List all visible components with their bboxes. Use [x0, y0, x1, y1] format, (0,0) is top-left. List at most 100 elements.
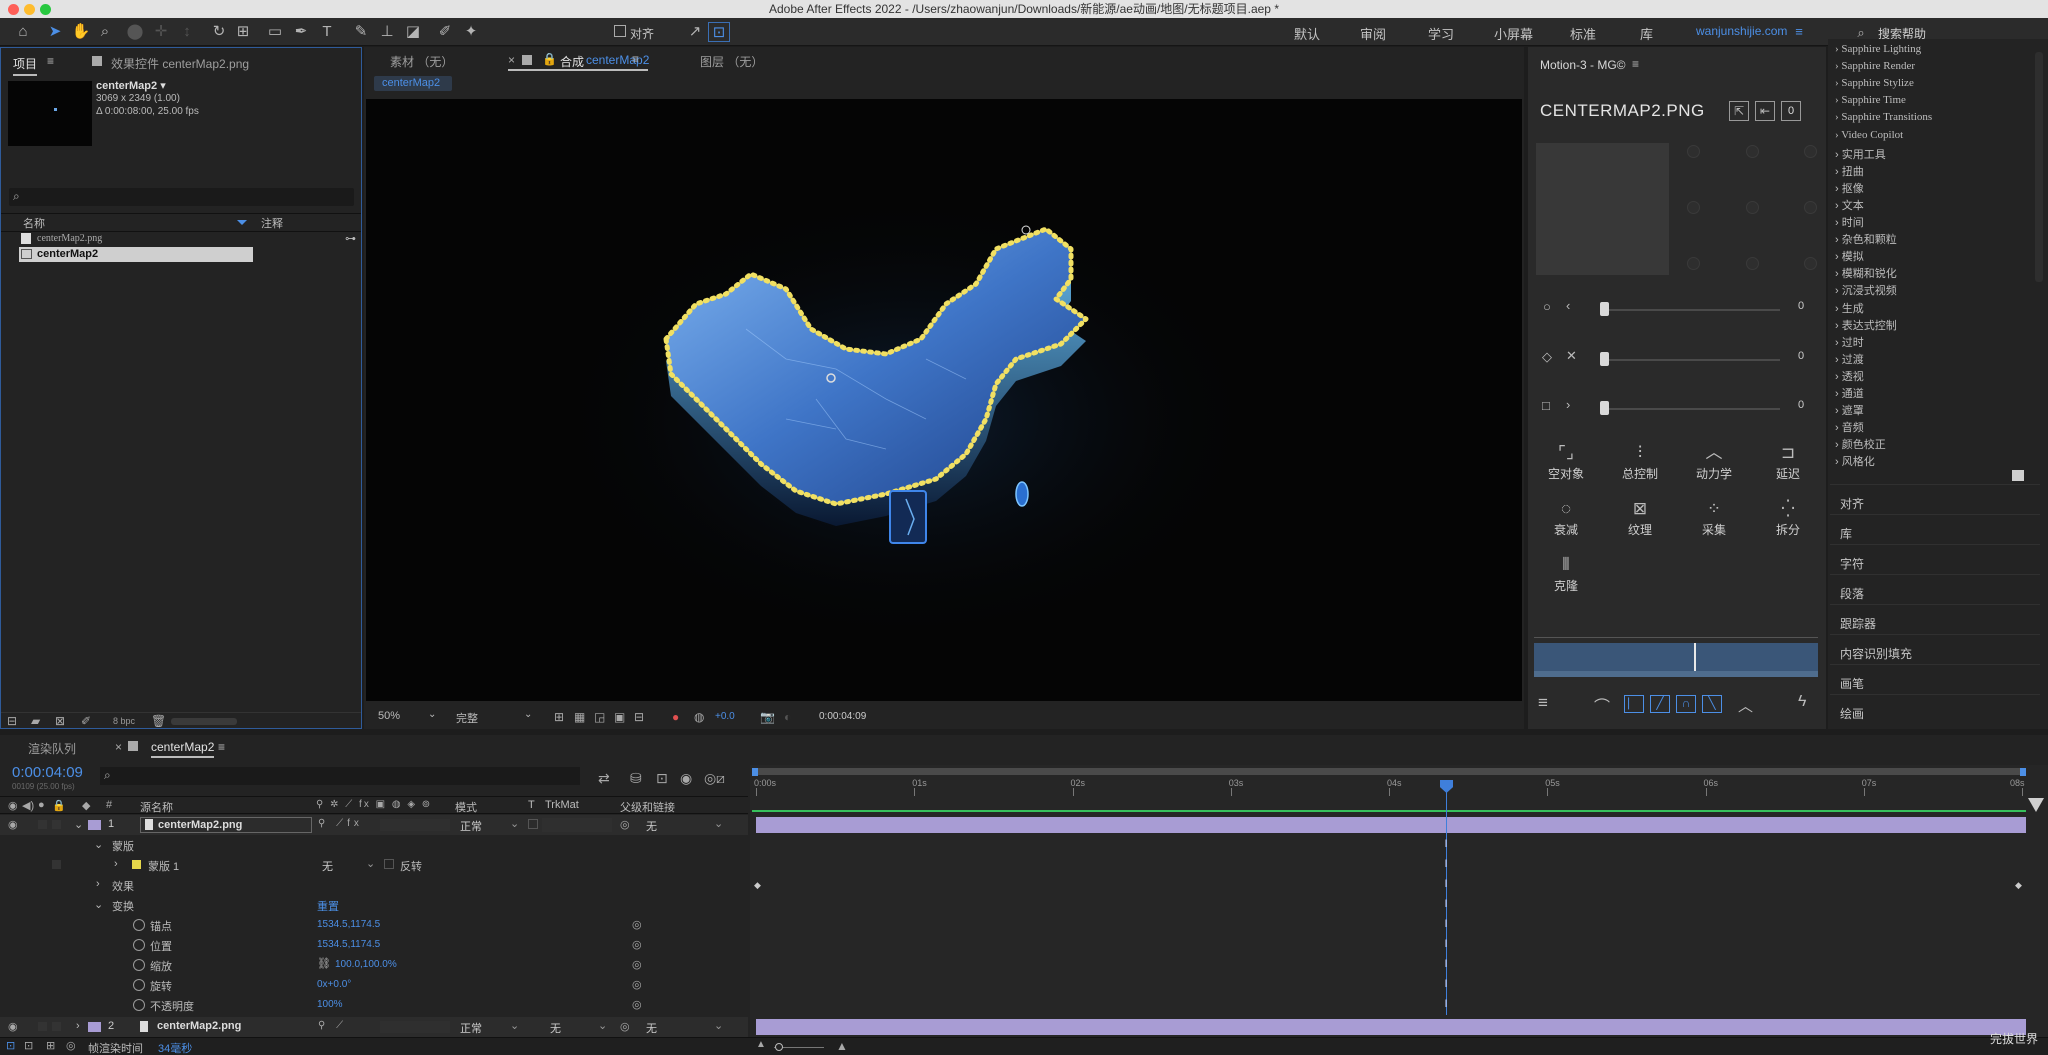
draft-3d-icon[interactable]: ⛁: [630, 770, 642, 787]
property-row[interactable]: ⛓ 缩放 100.0,100.0% ◎: [0, 955, 748, 975]
null-object-button[interactable]: ⌜⌟ 空对象: [1536, 441, 1596, 482]
home-icon[interactable]: ⌂: [12, 22, 34, 42]
layer-switch-boxes[interactable]: [380, 1021, 450, 1033]
mask-mode[interactable]: 无: [322, 858, 333, 874]
tab-timeline-comp[interactable]: centerMap2: [151, 740, 215, 758]
zoom-select[interactable]: 50%: [378, 710, 400, 722]
in-out-pane-icon[interactable]: ⊞: [46, 1039, 55, 1052]
panel-item[interactable]: 内容识别填充: [1840, 645, 1912, 662]
chevron-right-icon[interactable]: ›: [76, 1020, 80, 1032]
ease-out-icon[interactable]: ╱: [1650, 695, 1670, 713]
anchor-dot[interactable]: [1687, 257, 1700, 270]
effect-category-item[interactable]: › 风格化: [1835, 453, 1875, 469]
lock-toggle[interactable]: [52, 860, 61, 869]
frame-blending-icon[interactable]: ◉: [680, 770, 692, 787]
slider-thumb[interactable]: [1600, 401, 1609, 415]
reveal-icon[interactable]: ⇤: [1755, 101, 1775, 121]
work-area-bar[interactable]: [752, 768, 2026, 775]
chevron-down-icon[interactable]: ⌄: [74, 818, 83, 831]
pan-behind-tool-icon[interactable]: ⊞: [232, 22, 254, 42]
chevron-down-icon[interactable]: ⌄: [524, 709, 532, 720]
effects-scrollbar[interactable]: [2035, 52, 2043, 282]
adjust-settings-icon[interactable]: ✐: [81, 714, 91, 728]
item-name[interactable]: centerMap2 ▾: [96, 79, 166, 92]
timeline-search-input[interactable]: ⌕: [100, 767, 580, 785]
slider-track[interactable]: [1605, 408, 1780, 410]
cross-icon[interactable]: ✕: [1566, 348, 1577, 364]
counter-box[interactable]: 0: [1781, 101, 1801, 121]
effect-category-item[interactable]: › 透视: [1835, 368, 1864, 384]
layer-switch-boxes[interactable]: [380, 819, 450, 831]
effect-category-item[interactable]: › 颜色校正: [1835, 436, 1886, 452]
pick-whip-icon[interactable]: ◎: [620, 1020, 630, 1033]
workspace-review[interactable]: 审阅: [1360, 24, 1386, 43]
effect-category-item[interactable]: › 过时: [1835, 334, 1864, 350]
layer-mode[interactable]: 正常: [460, 1020, 482, 1036]
selection-tool-icon[interactable]: ➤: [44, 22, 66, 42]
effect-category-item[interactable]: › 模糊和锐化: [1835, 265, 1897, 281]
preserve-transparency-box[interactable]: [528, 819, 538, 829]
zoom-slider-thumb[interactable]: [775, 1043, 783, 1051]
panel-item[interactable]: 画笔: [1840, 675, 1864, 692]
slider-thumb[interactable]: [1600, 302, 1609, 316]
expression-pick-whip-icon[interactable]: ◎: [632, 978, 642, 991]
panel-item[interactable]: 库: [1840, 525, 1852, 542]
property-value[interactable]: 1534.5,1174.5: [317, 939, 380, 950]
zoom-tool-icon[interactable]: ⌕: [94, 22, 116, 42]
timeline-timecode[interactable]: 0:00:04:09: [12, 764, 83, 781]
ease-custom-icon[interactable]: ╲: [1702, 695, 1722, 713]
chevron-down-icon[interactable]: ⌄: [366, 857, 375, 870]
column-source-name[interactable]: 源名称: [140, 799, 173, 815]
effect-category-item[interactable]: › Sapphire Stylize: [1835, 77, 1914, 89]
text-tool-icon[interactable]: T: [316, 22, 338, 42]
tab-composition[interactable]: 合成 centerMap2 ≡: [508, 52, 649, 71]
trash-icon[interactable]: 🗑: [151, 714, 166, 728]
column-parent[interactable]: 父级和链接: [620, 799, 675, 815]
effect-category-item[interactable]: › 通道: [1835, 385, 1864, 401]
workspace-small-screen[interactable]: 小屏幕: [1494, 24, 1533, 43]
clone-stamp-tool-icon[interactable]: ⊥: [376, 22, 398, 42]
panel-menu-icon[interactable]: ≡: [218, 740, 225, 754]
flowchart-icon[interactable]: ⊶: [345, 232, 356, 245]
label-color-swatch[interactable]: [88, 1022, 101, 1032]
label-color-swatch[interactable]: [88, 820, 101, 830]
select-null-icon[interactable]: ⇱: [1729, 101, 1749, 121]
split-button[interactable]: ⁛ 拆分: [1758, 497, 1818, 538]
expression-pick-whip-icon[interactable]: ◎: [632, 998, 642, 1011]
solo-icon[interactable]: ●: [38, 799, 45, 811]
panel-item[interactable]: 绘画: [1840, 705, 1864, 722]
zoom-window-button[interactable]: [40, 4, 51, 15]
orbit-camera-icon[interactable]: ⬤: [124, 22, 146, 42]
chevron-right-icon[interactable]: ›: [114, 858, 118, 870]
lock-toggle[interactable]: [52, 1022, 61, 1031]
solo-toggle[interactable]: [38, 1022, 47, 1031]
effect-category-item[interactable]: › Sapphire Lighting: [1835, 43, 1921, 55]
close-tab-icon[interactable]: ×: [115, 740, 122, 754]
exposure-value[interactable]: +0.0: [715, 711, 735, 722]
align-checkbox[interactable]: [614, 25, 626, 37]
mask-1-row[interactable]: › 蒙版 1 无 ⌄ 反转: [0, 855, 748, 875]
effect-category-item[interactable]: › 杂色和颗粒: [1835, 231, 1897, 247]
panel-menu-icon[interactable]: ≡: [47, 54, 54, 68]
property-value[interactable]: 100%: [317, 999, 343, 1010]
transform-row[interactable]: ⌄ 变换 重置: [0, 895, 748, 915]
list-item-selected[interactable]: centerMap2: [19, 247, 253, 262]
workspace-default[interactable]: 默认: [1294, 24, 1320, 43]
effect-category-item[interactable]: › Sapphire Transitions: [1835, 111, 1932, 123]
workspace-standard[interactable]: 标准: [1570, 24, 1596, 43]
pick-whip-icon[interactable]: ◎: [620, 818, 630, 831]
tab-footage[interactable]: 素材 （无）: [390, 53, 453, 70]
stopwatch-icon[interactable]: [133, 999, 145, 1011]
chevron-right-icon[interactable]: ›: [1566, 397, 1570, 412]
mask-color-swatch[interactable]: [132, 860, 141, 869]
effect-category-item[interactable]: › 实用工具: [1835, 146, 1886, 162]
work-area-start[interactable]: [752, 768, 758, 776]
effect-category-item[interactable]: › 模拟: [1835, 248, 1864, 264]
puppet-tool-icon[interactable]: ✦: [460, 22, 482, 42]
slider-thumb[interactable]: [1600, 352, 1609, 366]
column-trkmat[interactable]: TrkMat: [545, 799, 579, 811]
layer-mode[interactable]: 正常: [460, 818, 482, 834]
property-row[interactable]: 位置 1534.5,1174.5 ◎: [0, 935, 748, 955]
panel-menu-icon[interactable]: ≡: [1632, 57, 1639, 71]
show-snapshot-icon[interactable]: ◐: [784, 710, 791, 724]
